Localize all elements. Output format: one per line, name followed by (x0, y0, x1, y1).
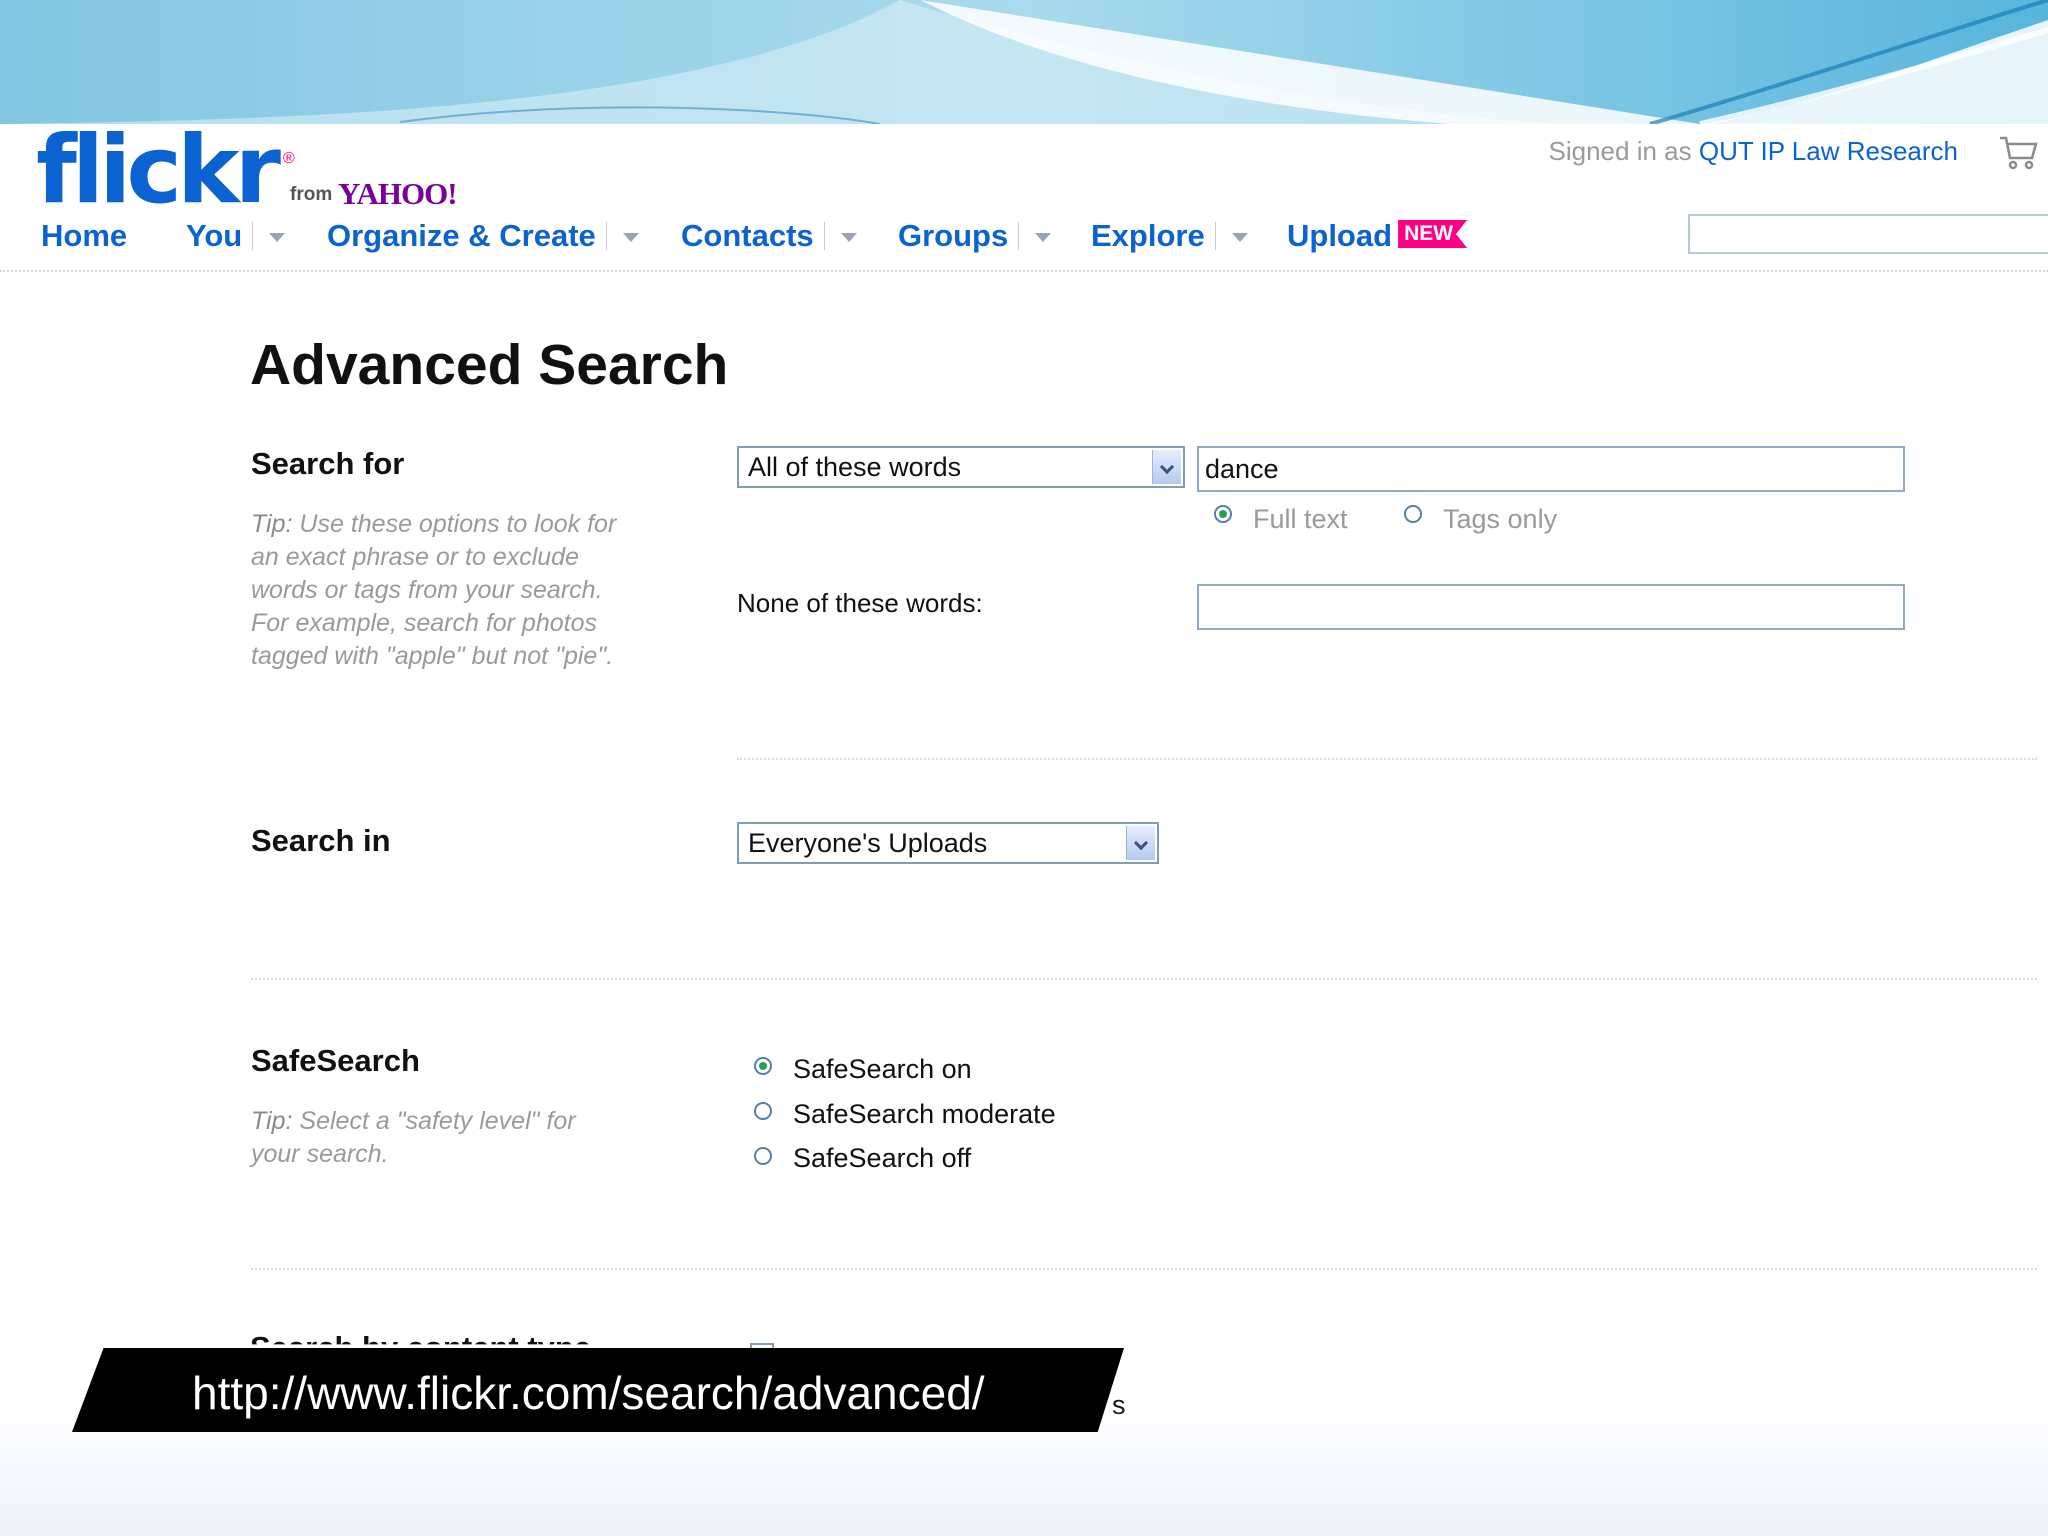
search-query-input[interactable] (1197, 446, 1905, 492)
logo-from: from (290, 184, 333, 205)
nav-separator (252, 222, 254, 250)
tags-only-label: Tags only (1443, 504, 1558, 534)
cart-icon[interactable] (1998, 132, 2038, 172)
safesearch-off-label: SafeSearch off (793, 1143, 972, 1173)
nav-organize[interactable]: Organize & Create (327, 218, 639, 254)
search-in-value: Everyone's Uploads (748, 828, 988, 858)
search-for-tip: Tip: Use these options to look for an ex… (251, 508, 631, 673)
section-divider (251, 1268, 2037, 1270)
signed-in-user-link[interactable]: QUT IP Law Research (1699, 136, 1958, 166)
page-title: Advanced Search (250, 333, 729, 397)
nav-organize-label: Organize & Create (327, 218, 596, 253)
chevron-down-icon[interactable] (1126, 826, 1155, 860)
nav-separator (823, 222, 825, 250)
section-divider (251, 978, 2037, 980)
chevron-down-icon[interactable] (1035, 233, 1052, 242)
tip-lead: Tip: (251, 510, 293, 538)
chevron-down-icon[interactable] (269, 233, 286, 242)
safesearch-off-radio[interactable] (754, 1147, 772, 1165)
logo-registered: ® (283, 150, 295, 167)
header-divider (0, 270, 2048, 272)
nav-upload[interactable]: Upload NEW (1287, 218, 1468, 254)
url-caption-text: http://www.flickr.com/search/advanced/ (192, 1367, 985, 1419)
logo-wordmark: flickr (36, 116, 281, 225)
nav-separator (1018, 222, 1020, 250)
new-badge: NEW (1398, 220, 1468, 248)
safesearch-on-radio[interactable] (754, 1057, 772, 1075)
nav-home[interactable]: Home (41, 218, 127, 254)
safesearch-tip: Tip: Select a "safety level" for your se… (251, 1105, 631, 1171)
header-search-input[interactable] (1688, 214, 2048, 254)
search-in-select[interactable]: Everyone's Uploads (737, 822, 1159, 864)
chevron-down-icon[interactable] (1152, 450, 1181, 484)
section-divider (737, 758, 2037, 760)
logo-yahoo: YAHOO! (338, 176, 458, 211)
nav-groups[interactable]: Groups (898, 218, 1052, 254)
nav-explore-label: Explore (1091, 218, 1205, 253)
url-caption: http://www.flickr.com/search/advanced/ (72, 1348, 1124, 1432)
tip-lead: Tip: (251, 1107, 293, 1135)
tags-only-radio[interactable] (1404, 505, 1422, 523)
full-text-radio[interactable] (1214, 505, 1232, 523)
nav-you[interactable]: You (186, 218, 286, 254)
full-text-label: Full text (1253, 504, 1348, 534)
search-mode-value: All of these words (748, 452, 962, 482)
safesearch-moderate-radio[interactable] (754, 1102, 772, 1120)
nav-you-label: You (186, 218, 243, 253)
nav-separator (605, 222, 607, 250)
top-banner (0, 0, 2048, 124)
none-words-label: None of these words: (737, 588, 983, 618)
signed-in-status: Signed in as QUT IP Law Research (1549, 136, 1958, 167)
tip-text: Use these options to look for an exact p… (251, 510, 617, 670)
nav-groups-label: Groups (898, 218, 1009, 253)
chevron-down-icon[interactable] (1231, 233, 1248, 242)
signed-in-prefix: Signed in as (1548, 136, 1699, 166)
tip-text: Select a "safety level" for your search. (251, 1107, 576, 1168)
chevron-down-icon[interactable] (840, 233, 857, 242)
safesearch-label: SafeSearch (251, 1043, 420, 1078)
search-mode-select[interactable]: All of these words (737, 446, 1185, 488)
nav-home-label: Home (41, 218, 128, 253)
safesearch-on-label: SafeSearch on (793, 1054, 972, 1084)
nav-contacts-label: Contacts (681, 218, 814, 253)
nav-separator (1214, 222, 1216, 250)
chevron-down-icon[interactable] (622, 233, 639, 242)
none-words-input[interactable] (1197, 584, 1905, 630)
search-in-label: Search in (251, 823, 391, 858)
nav-explore[interactable]: Explore (1091, 218, 1248, 254)
search-for-label: Search for (251, 446, 405, 481)
nav-contacts[interactable]: Contacts (681, 218, 857, 254)
safesearch-moderate-label: SafeSearch moderate (793, 1099, 1056, 1129)
nav-upload-label: Upload (1287, 218, 1393, 253)
